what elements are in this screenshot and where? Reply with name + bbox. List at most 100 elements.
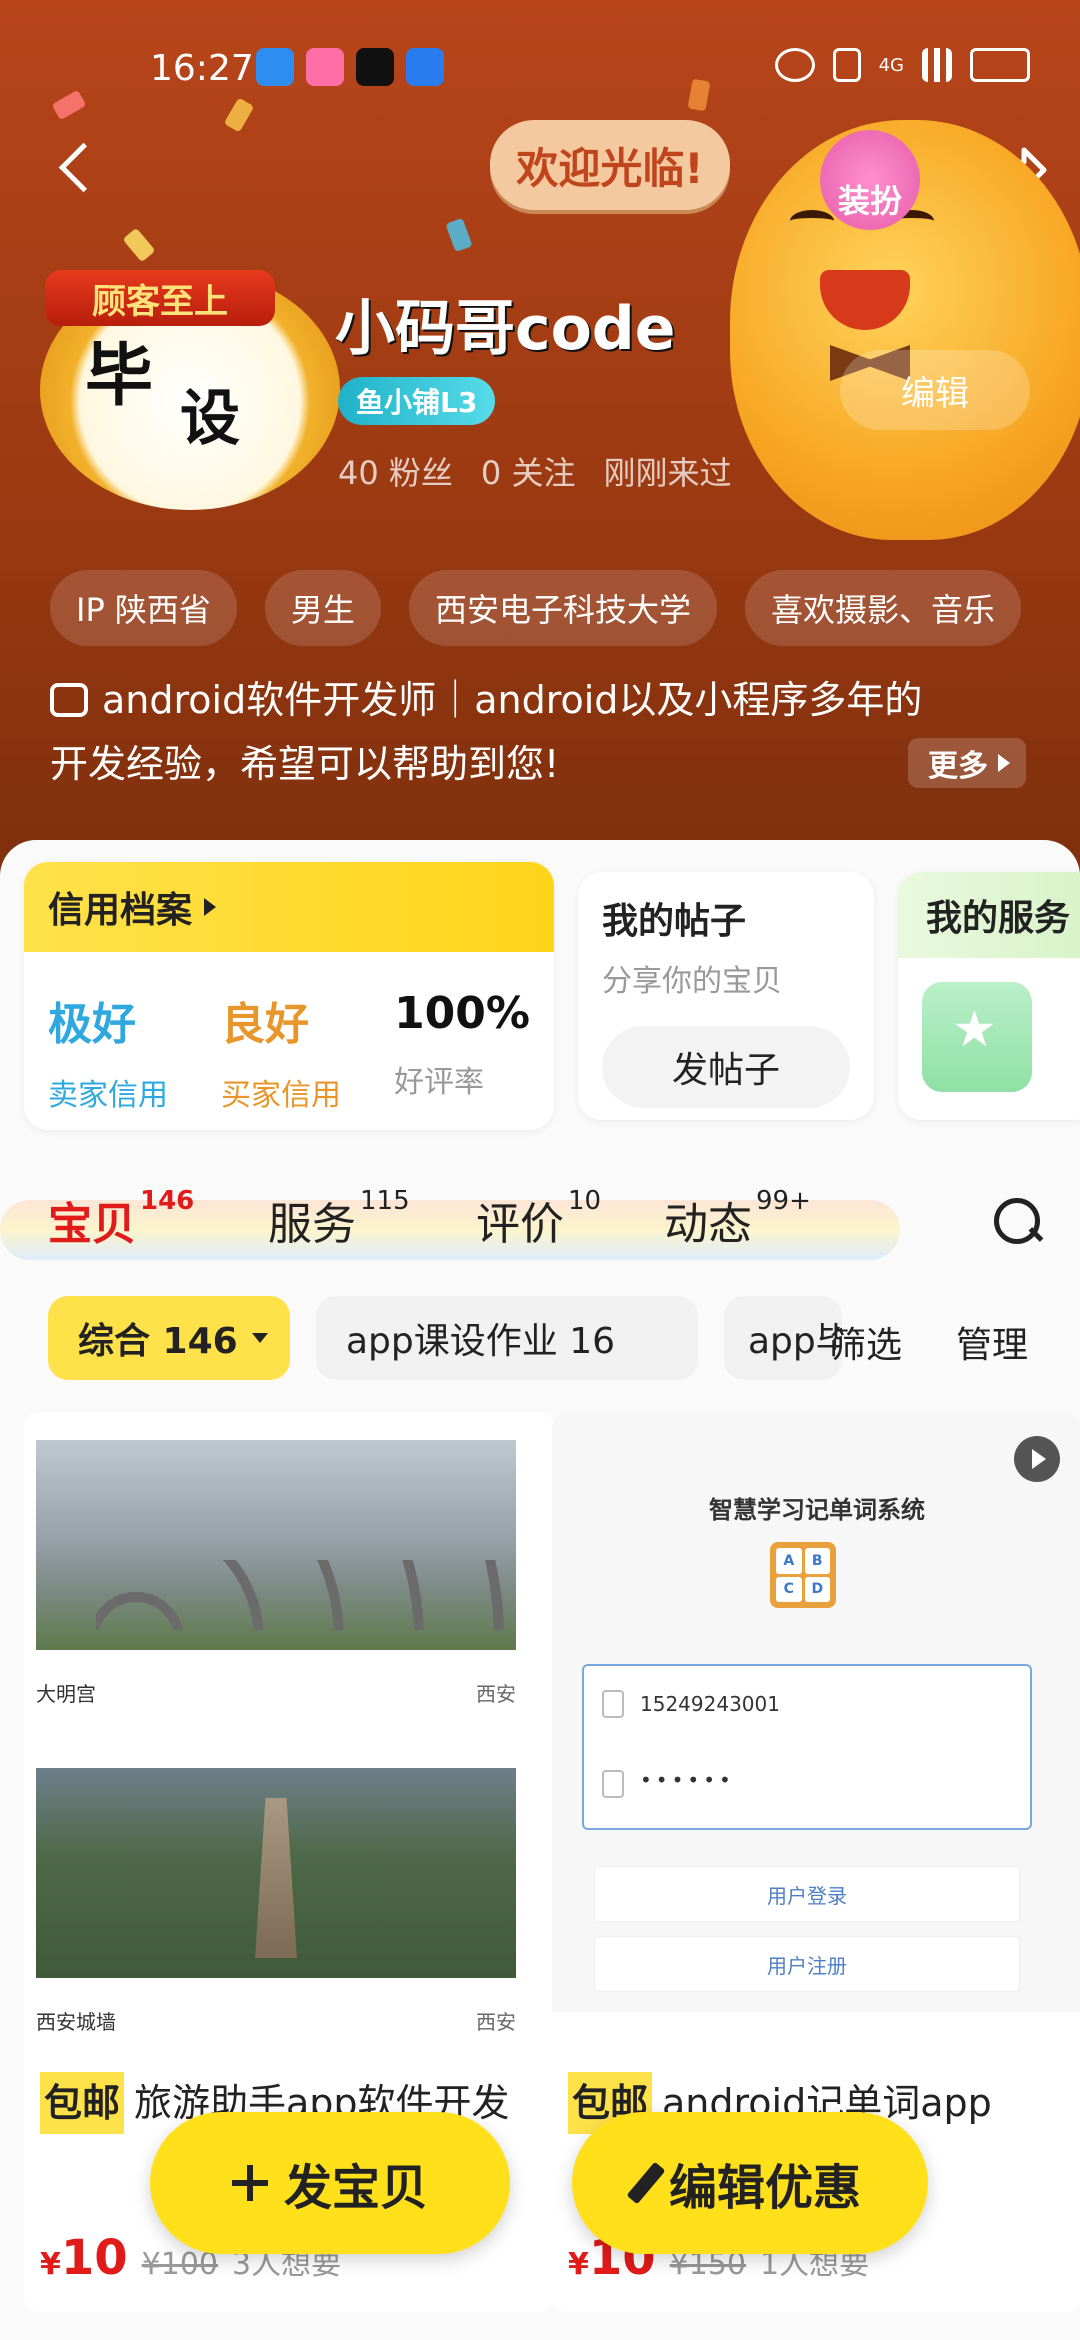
fans-count[interactable]: 40 粉丝 (338, 448, 453, 494)
profile-tags: IP 陕西省 男生 西安电子科技大学 喜欢摄影、音乐 (50, 570, 1021, 646)
buyer-credit-value: 良好 (221, 999, 310, 1050)
confetti (122, 227, 156, 263)
posts-title: 我的帖子 (602, 901, 747, 942)
tab-items-label: 宝贝 (48, 1199, 136, 1250)
coupon-label: 编辑优惠 (668, 2160, 861, 2216)
seller-credit-label: 卖家信用 (48, 1078, 168, 1113)
following-count[interactable]: 0 关注 (481, 448, 576, 494)
tab-services-label: 服务 (268, 1199, 356, 1250)
tab-moments-label: 动态 (664, 1199, 752, 1250)
pagoda (255, 1798, 297, 1958)
seller-credit-value: 极好 (48, 999, 136, 1050)
seller-credit: 极好 卖家信用 (48, 988, 168, 1114)
status-indicators: 4G (774, 48, 1030, 82)
lock-icon (602, 1770, 624, 1798)
signal-icon (922, 48, 952, 82)
status-bar: 16:27 4G (0, 40, 1080, 100)
caption-city: 西安 (476, 2010, 516, 2034)
tab-moments-count: 99+ (756, 1186, 811, 1217)
posts-card[interactable]: 我的帖子 分享你的宝贝 发帖子 (578, 872, 874, 1120)
tag-gender: 男生 (264, 570, 381, 646)
level-badge[interactable]: 鱼小铺L3 (338, 377, 496, 425)
pen-icon (626, 2161, 666, 2205)
services-card[interactable]: 我的服务 (898, 872, 1080, 1120)
positive-rate-value: 100% (394, 988, 530, 1039)
posts-subtitle: 分享你的宝贝 (602, 964, 782, 999)
bilibili-app-icon (306, 48, 344, 86)
edit-coupon-button[interactable]: 编辑优惠 (572, 2112, 928, 2254)
free-shipping-badge: 包邮 (40, 2072, 125, 2134)
create-post-button[interactable]: 发帖子 (602, 1026, 850, 1108)
eye-icon (774, 48, 815, 82)
publish-item-button[interactable]: 发宝贝 (150, 2112, 510, 2254)
tab-moments[interactable]: 动态 99+ (664, 1186, 811, 1252)
tiktok-app-icon (356, 48, 394, 86)
services-title: 我的服务 (898, 872, 1080, 958)
confetti (223, 97, 255, 133)
edit-profile-button[interactable]: 编辑 (840, 350, 1030, 430)
search-button[interactable] (990, 1194, 1042, 1246)
content-tabs: 宝贝 146 服务 115 评价 10 动态 99+ (0, 1170, 1080, 1280)
tag-school: 西安电子科技大学 (408, 570, 717, 646)
filter-all-chip[interactable]: 综合 146 (48, 1296, 290, 1380)
vibrate-icon (832, 48, 861, 82)
photo-caption: 西安城墙 西安 (36, 2006, 516, 2035)
mascot-mouth (820, 270, 910, 330)
credit-metrics: 极好 卖家信用 良好 买家信用 100% 好评率 (24, 952, 554, 1114)
mock-password: •••••• (640, 1768, 735, 1792)
mock-login-form: 15249243001 •••••• (582, 1664, 1032, 1830)
credit-title: 信用档案 (48, 890, 193, 931)
tab-reviews-label: 评价 (476, 1199, 564, 1250)
logo-letter: D (804, 1576, 830, 1602)
back-button[interactable] (50, 140, 106, 196)
status-time: 16:27 (150, 48, 254, 89)
briefcase-icon (50, 683, 88, 717)
positive-rate-label: 好评率 (394, 1065, 485, 1100)
manage-button[interactable]: 管理 (956, 1316, 1028, 1368)
product-photo-bridge (36, 1440, 516, 1650)
profile-stats: 40 粉丝 0 关注 刚刚来过 (338, 448, 731, 494)
battery-icon (970, 48, 1030, 82)
price-value: 10 (60, 2230, 128, 2286)
dress-up-button[interactable]: 装扮 (820, 130, 920, 230)
caption-place: 西安城墙 (36, 2010, 116, 2034)
abcd-logo: A B C D (770, 1542, 836, 1608)
chevron-right-icon (998, 754, 1010, 772)
publish-label: 发宝贝 (283, 2160, 428, 2216)
logo-letter: C (776, 1576, 802, 1602)
service-star-icon (922, 982, 1032, 1092)
product-screenshot: 智慧学习记单词系统 A B C D 15249243001 •••••• 用户登… (552, 1412, 1080, 2012)
play-icon (1014, 1436, 1060, 1482)
chevron-right-icon (204, 898, 217, 916)
profile-header: 16:27 4G 欢迎光临! 装扮 编辑 顾客至上 毕 设 小码哥code 鱼小… (0, 0, 1080, 880)
tab-reviews[interactable]: 评价 10 (476, 1186, 602, 1252)
credit-card[interactable]: 信用档案 极好 卖家信用 良好 买家信用 100% 好评率 (24, 862, 554, 1130)
video-app-icon (406, 48, 444, 86)
bio-line-2: 开发经验，希望可以帮助到您! (50, 742, 560, 786)
filter-button[interactable]: 筛选 (830, 1316, 902, 1368)
filter-chip-coursework[interactable]: app课设作业 16 (316, 1296, 698, 1380)
avatar-char-1: 毕 (85, 336, 154, 416)
phone-icon (602, 1690, 624, 1718)
bio-more-button[interactable]: 更多 (908, 738, 1026, 788)
logo-letter: B (804, 1548, 830, 1574)
mascot-eye (790, 210, 834, 232)
tab-items[interactable]: 宝贝 146 (48, 1186, 194, 1252)
tag-hobby: 喜欢摄影、音乐 (744, 570, 1021, 646)
logo-letter: A (776, 1548, 802, 1574)
credit-header: 信用档案 (24, 862, 554, 952)
caption-place: 大明宫 (36, 1682, 96, 1706)
profile-bio: android软件开发师｜android以及小程序多年的 开发经验，希望可以帮助… (50, 668, 1030, 796)
product-photo-pagoda (36, 1768, 516, 1978)
status-app-icons (256, 48, 444, 86)
tag-location: IP 陕西省 (50, 570, 237, 646)
filter-chip-graduation[interactable]: app毕 (724, 1296, 842, 1380)
avatar-banner: 顾客至上 (45, 270, 275, 326)
tab-services[interactable]: 服务 115 (268, 1186, 410, 1252)
plus-icon (231, 2165, 268, 2201)
mock-phone: 15249243001 (640, 1692, 780, 1716)
tab-reviews-count: 10 (568, 1186, 602, 1217)
last-seen: 刚刚来过 (603, 454, 732, 492)
product-price: ¥10 (40, 2230, 128, 2286)
mock-login-button: 用户登录 (594, 1866, 1020, 1922)
